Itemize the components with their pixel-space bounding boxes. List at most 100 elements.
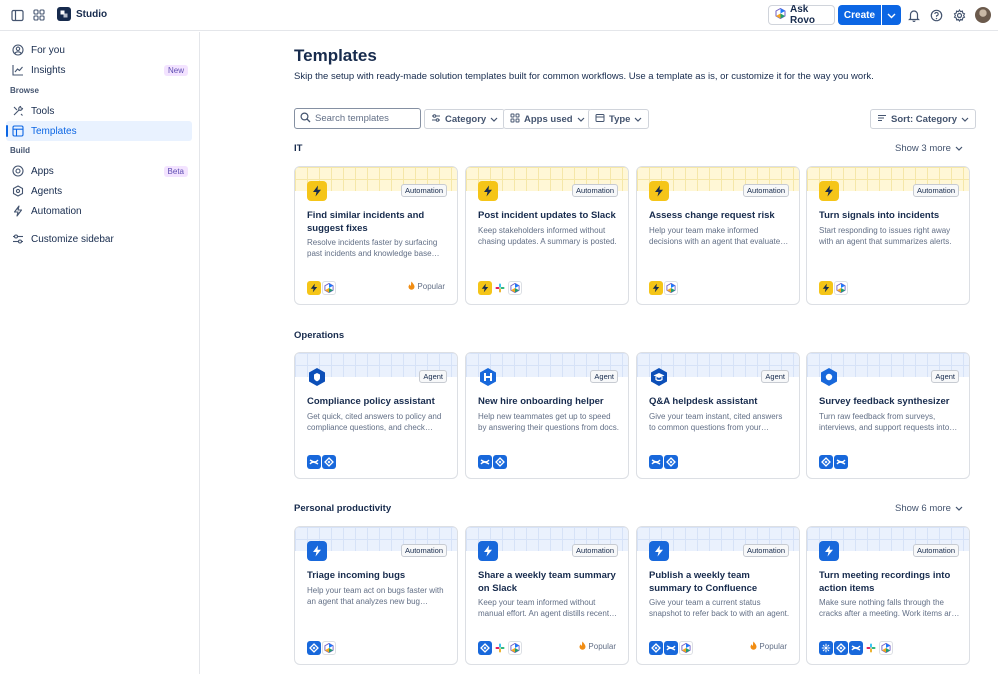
sidebar-section-build: Build [10,146,30,155]
category-filter[interactable]: Category [424,109,506,129]
sidebar-item-label: Automation [31,205,82,217]
search-field[interactable] [294,108,421,129]
sidebar-item-apps[interactable]: Apps Beta [6,161,192,181]
apps-used-filter-label: Apps used [524,113,573,125]
section-title-it: IT [294,143,303,154]
sidebar-item-label: Tools [31,105,55,117]
jira-app-icon [819,455,833,469]
card-type-tag: Automation [913,544,959,557]
sidebar-toggle-icon[interactable] [9,7,25,23]
settings-gear-icon[interactable] [951,7,967,23]
card-description-text: Start responding to issues right away wi… [819,226,952,246]
help-icon[interactable] [928,7,944,23]
card-description: Give your team a current status snapshot… [649,598,791,619]
rovo-app-icon [508,281,522,295]
agent-onboarding-icon [478,367,498,387]
chevron-down-icon [961,114,969,125]
card-description: Help your team act on bugs faster with a… [307,586,449,607]
sidebar-item-for-you[interactable]: For you [6,40,192,60]
show-more-productivity-button[interactable]: Show 6 more [895,503,963,514]
template-card[interactable]: Automation Turn meeting recordings into … [806,526,970,665]
app-switcher-icon[interactable] [31,7,47,23]
rovo-app-icon [879,641,893,655]
chevron-down-icon [955,503,963,514]
sidebar: For you Insights New Browse Tools Templa… [0,32,200,674]
template-card[interactable]: Agent Q&A helpdesk assistant Give your t… [636,352,800,479]
card-apps [307,641,336,655]
apps-grid-icon [510,113,520,126]
sort-dropdown[interactable]: Sort: Category [870,109,976,129]
template-card[interactable]: Agent Compliance policy assistant Get qu… [294,352,458,479]
card-description-text: Give your team instant, cited answers to… [649,412,783,432]
show-more-it-button[interactable]: Show 3 more [895,143,963,154]
confluence-app-icon [664,641,678,655]
template-card[interactable]: Agent New hire onboarding helper Help ne… [465,352,629,479]
automation-lightning-icon [819,541,839,561]
apps-icon [11,164,25,178]
card-description-text: Keep your team informed without manual e… [478,598,610,618]
card-type-tag: Automation [572,544,618,557]
studio-brand[interactable]: Studio [57,7,107,21]
template-card[interactable]: Automation Post incident updates to Slac… [465,166,629,305]
page-title: Templates [294,46,377,65]
card-title: New hire onboarding helper [478,396,604,407]
template-card[interactable]: Automation Assess change request risk He… [636,166,800,305]
card-apps [307,281,336,295]
sidebar-item-templates[interactable]: Templates [6,121,192,141]
type-icon [595,113,605,126]
card-apps [649,641,693,655]
apps-used-filter[interactable]: Apps used [503,109,592,129]
card-title: Q&A helpdesk assistant [649,396,758,407]
card-apps [478,281,522,295]
automation-lightning-icon [649,541,669,561]
template-card[interactable]: Automation Triage incoming bugs Help you… [294,526,458,665]
card-description-text: Turn raw feedback from surveys, intervie… [819,412,950,432]
notifications-bell-icon[interactable] [906,7,922,23]
sidebar-item-automation[interactable]: Automation [6,201,192,221]
flame-icon [408,281,415,292]
confluence-app-icon [649,455,663,469]
card-description: Keep stakeholders informed without chasi… [478,226,620,247]
section-title-personal-productivity: Personal productivity [294,503,392,514]
ask-rovo-button[interactable]: Ask Rovo [768,4,835,26]
template-card[interactable]: Automation Publish a weekly team summary… [636,526,800,665]
template-card[interactable]: Agent Survey feedback synthesizer Turn r… [806,352,970,479]
template-card[interactable]: Automation Turn signals into incidents S… [806,166,970,305]
card-description-text: Make sure nothing falls through the crac… [819,598,956,618]
automation-lightning-icon [649,181,669,201]
card-type-tag: Automation [743,184,789,197]
sidebar-item-agents[interactable]: Agents [6,181,192,201]
search-input[interactable] [315,113,415,124]
rovo-icon [775,7,786,22]
card-title: Turn signals into incidents [819,210,940,221]
top-navigation: Studio Ask Rovo Create [0,0,998,31]
card-apps [819,455,848,469]
template-card[interactable]: Automation Find similar incidents and su… [294,166,458,305]
template-card[interactable]: Automation Share a weekly team summary o… [465,526,629,665]
card-type-tag: Agent [419,370,447,383]
automation-app-icon [307,281,321,295]
card-title: Publish a weekly team summary to Conflue… [649,570,758,594]
sidebar-item-insights[interactable]: Insights New [6,60,192,80]
card-description: Turn raw feedback from surveys, intervie… [819,412,961,433]
automation-lightning-icon [307,181,327,201]
new-badge: New [163,64,188,76]
sidebar-item-customize[interactable]: Customize sidebar [6,229,192,249]
create-dropdown-button[interactable] [882,5,901,25]
sidebar-item-tools[interactable]: Tools [6,101,192,121]
sidebar-section-browse: Browse [10,86,39,95]
user-avatar[interactable] [975,7,991,23]
agent-feedback-icon [819,367,839,387]
popular-label: Popular [759,642,787,651]
type-filter[interactable]: Type [588,109,650,129]
category-filter-icon [431,113,441,126]
popular-indicator: Popular [408,281,445,292]
tools-icon [11,104,25,118]
card-description: Give your team instant, cited answers to… [649,412,791,433]
sort-label: Sort: Category [891,113,957,125]
confluence-app-icon [478,455,492,469]
card-description-text: Give your team a current status snapshot… [649,598,790,618]
automation-lightning-icon [307,541,327,561]
card-apps [819,641,893,655]
create-button[interactable]: Create [838,5,881,25]
